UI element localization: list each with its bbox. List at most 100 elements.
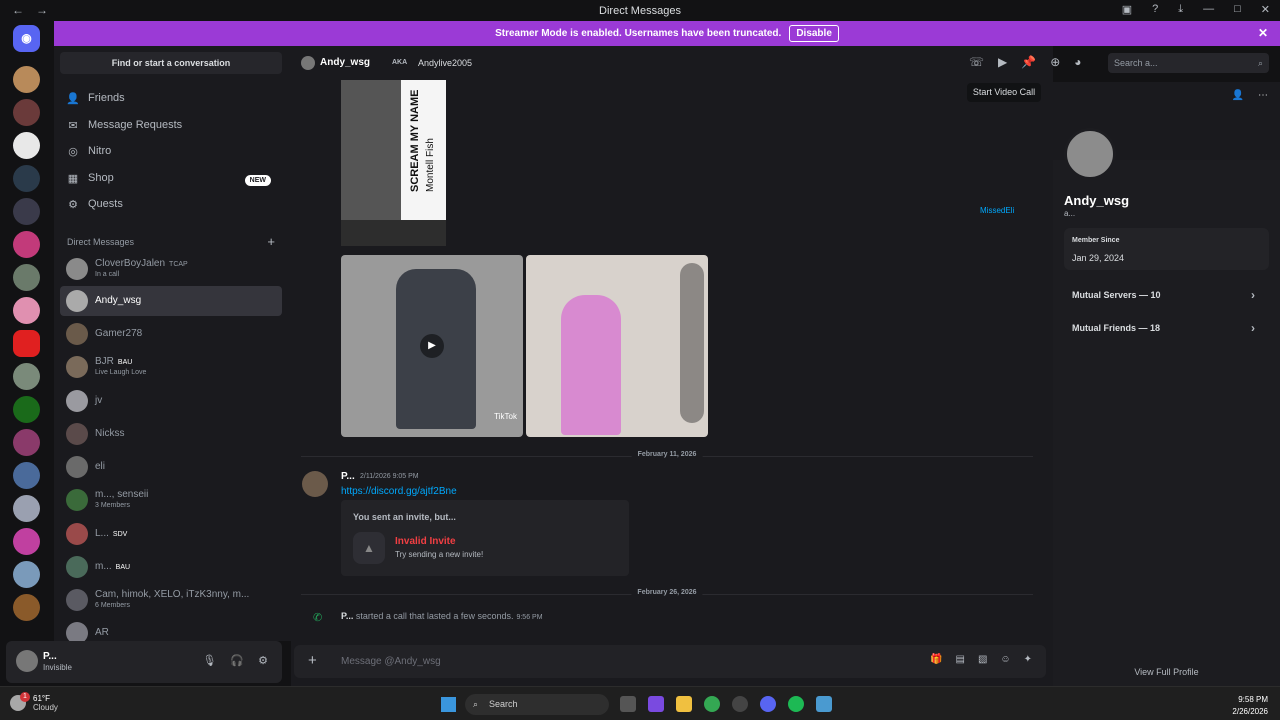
server-icon[interactable] <box>13 198 40 225</box>
voice-call-icon[interactable]: ☏ <box>969 55 984 69</box>
user-profile-icon[interactable]: ◕ <box>1074 55 1081 69</box>
emoji-icon[interactable]: ☺ <box>1000 654 1010 665</box>
view-full-profile-link[interactable]: View Full Profile <box>1053 667 1280 677</box>
message-author[interactable]: P... <box>341 471 355 482</box>
nav-friends[interactable]: 👤 Friends <box>66 88 125 108</box>
taskbar-search[interactable]: ⌕ Search <box>465 694 609 715</box>
mutual-servers-label: Mutual Servers — 10 <box>1072 290 1161 300</box>
server-icon[interactable] <box>13 231 40 258</box>
disable-button[interactable]: Disable <box>789 25 839 42</box>
screen-share-icon[interactable]: ▣ <box>1122 3 1132 16</box>
app-icon[interactable] <box>732 696 748 712</box>
add-friend-icon[interactable]: 👤 <box>1232 90 1244 101</box>
server-icon[interactable] <box>13 495 40 522</box>
server-icon[interactable] <box>13 66 40 93</box>
message-input[interactable]: Message @Andy_wsg <box>341 656 441 667</box>
dm-item[interactable]: AR <box>60 618 282 641</box>
settings-icon[interactable]: ⚙ <box>258 654 268 667</box>
dm-item[interactable]: CloverBoyJalen TCAP In a call <box>60 254 282 284</box>
pin-icon[interactable]: 📌 <box>1021 55 1036 69</box>
chat-username[interactable]: Andy_wsg <box>320 57 370 68</box>
help-icon[interactable]: ? <box>1152 3 1158 16</box>
dm-item[interactable]: Gamer278 <box>60 319 282 349</box>
mutual-friends-row[interactable]: Mutual Friends — 18 › <box>1064 313 1269 343</box>
message-composer[interactable]: + Message @Andy_wsg 🎁 ▤ ▧ ☺ ✦ <box>294 645 1046 678</box>
server-icon[interactable] <box>13 528 40 555</box>
windows-start-icon[interactable] <box>441 697 456 712</box>
sticker-icon[interactable]: ▧ <box>978 654 987 665</box>
avatar <box>66 290 88 312</box>
add-attachment-icon[interactable]: + <box>308 652 317 669</box>
server-icon[interactable] <box>13 330 40 357</box>
nav-shop[interactable]: ▦ Shop <box>66 168 114 188</box>
dm-item[interactable]: Andy_wsg <box>60 286 282 316</box>
server-icon[interactable] <box>13 561 40 588</box>
avatar <box>66 423 88 445</box>
server-icon[interactable] <box>13 99 40 126</box>
chevron-right-icon: › <box>1251 288 1255 302</box>
dm-item[interactable]: Cam, himok, XELO, iTzK3nny, m... 6 Membe… <box>60 585 282 615</box>
maximize-icon[interactable]: □ <box>1234 3 1241 16</box>
notepad-icon[interactable] <box>816 696 832 712</box>
nav-quests[interactable]: ⚙ Quests <box>66 194 123 214</box>
dm-item[interactable]: m... BAU <box>60 552 282 582</box>
discord-taskbar-icon[interactable] <box>760 696 776 712</box>
copilot-icon[interactable] <box>648 696 664 712</box>
avatar[interactable] <box>302 471 328 497</box>
profile-avatar[interactable] <box>1064 128 1116 180</box>
minimize-icon[interactable]: — <box>1203 3 1214 16</box>
file-explorer-icon[interactable] <box>676 696 692 712</box>
volume-control[interactable] <box>680 263 704 423</box>
close-banner-icon[interactable]: ✕ <box>1258 26 1268 40</box>
user-panel: P... Invisible 🎙 🎧 ⚙ <box>6 641 282 683</box>
invite-link[interactable]: https://discord.gg/ajtf2Bne <box>341 486 457 497</box>
create-dm-icon[interactable]: + <box>267 234 275 249</box>
gift-icon[interactable]: 🎁 <box>930 654 942 665</box>
find-conversation-input[interactable]: Find or start a conversation <box>60 52 282 74</box>
chrome-icon[interactable] <box>704 696 720 712</box>
tiktok-watermark: TikTok <box>494 412 517 421</box>
avatar[interactable] <box>16 650 38 672</box>
server-icon[interactable] <box>13 462 40 489</box>
video-call-icon[interactable]: ▶ <box>998 55 1007 69</box>
dm-item[interactable]: BJR BAU Live Laugh Love <box>60 352 282 382</box>
nav-nitro[interactable]: ◎ Nitro <box>66 141 111 161</box>
dm-item[interactable]: Nickss <box>60 419 282 449</box>
dm-item[interactable]: jv <box>60 386 282 416</box>
dm-item[interactable]: L... SDV <box>60 519 282 549</box>
image-attachment[interactable]: SCREAM MY NAME Montell Fish <box>341 80 446 246</box>
close-window-icon[interactable]: ✕ <box>1261 3 1270 16</box>
nav-label: Friends <box>88 92 125 104</box>
server-icon[interactable] <box>13 132 40 159</box>
download-icon[interactable]: ⤓ <box>1178 3 1183 16</box>
server-icon[interactable] <box>13 594 40 621</box>
spotify-icon[interactable] <box>788 696 804 712</box>
weather-widget[interactable]: 61°F Cloudy <box>33 694 58 712</box>
server-icon[interactable] <box>13 264 40 291</box>
gif-icon[interactable]: ▤ <box>955 654 964 665</box>
play-icon[interactable]: ▶ <box>420 334 444 358</box>
nav-message-requests[interactable]: ✉ Message Requests <box>66 115 182 135</box>
add-friends-icon[interactable]: ⊕ <box>1050 55 1060 69</box>
server-icon[interactable] <box>13 363 40 390</box>
microphone-icon[interactable]: 🎙 <box>202 654 216 667</box>
dm-item[interactable]: eli <box>60 452 282 482</box>
headphones-icon[interactable]: 🎧 <box>230 654 244 667</box>
invite-heading: You sent an invite, but... <box>353 512 456 522</box>
server-icon[interactable] <box>13 429 40 456</box>
nav-label: Shop <box>88 172 114 184</box>
member-since-value: Jan 29, 2024 <box>1072 253 1125 263</box>
dm-item[interactable]: m..., senseii 3 Members <box>60 485 282 515</box>
more-icon[interactable]: ⋯ <box>1258 90 1268 101</box>
search-input[interactable]: Search a... ⌕ <box>1108 53 1269 73</box>
home-discord-icon[interactable]: ◉ <box>13 25 40 52</box>
mutual-servers-row[interactable]: Mutual Servers — 10 › <box>1064 280 1269 310</box>
clock[interactable]: 9:58 PM 2/26/2026 <box>1232 694 1268 718</box>
task-view-icon[interactable] <box>620 696 636 712</box>
apps-icon[interactable]: ✦ <box>1024 654 1032 665</box>
video-attachment[interactable] <box>526 255 708 437</box>
server-icon[interactable] <box>13 165 40 192</box>
video-attachment[interactable]: ▶ TikTok <box>341 255 523 437</box>
server-icon[interactable] <box>13 396 40 423</box>
server-icon[interactable] <box>13 297 40 324</box>
